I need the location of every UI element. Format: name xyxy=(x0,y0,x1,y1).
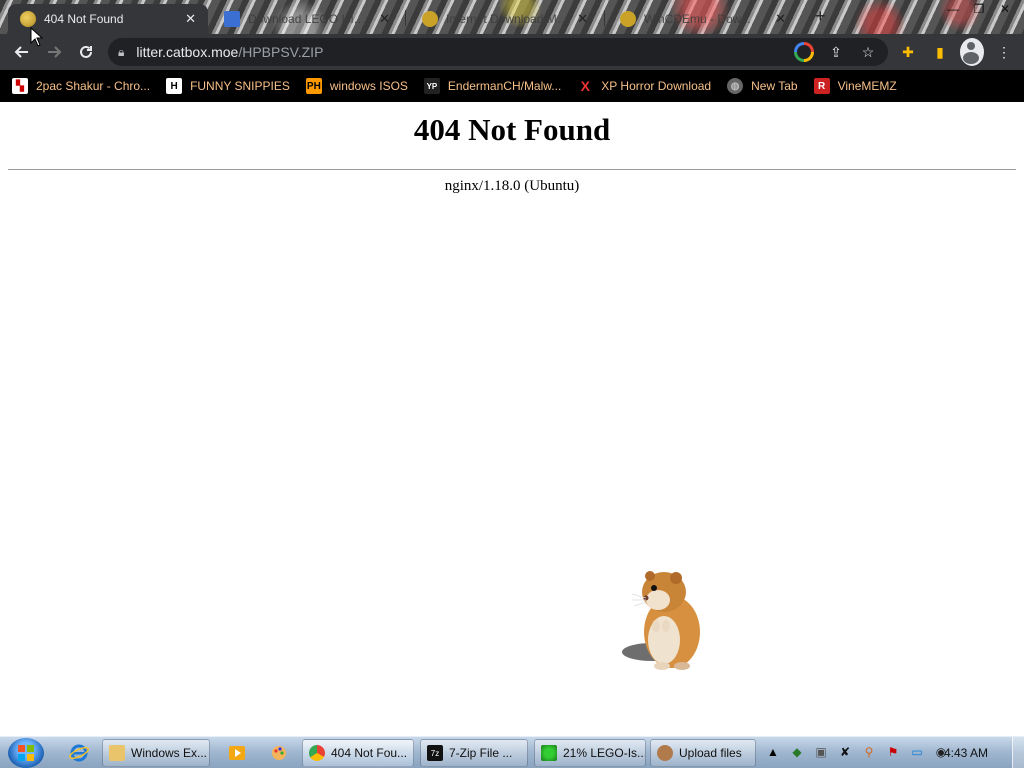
bookmark-2pac[interactable]: ▚ 2pac Shakur - Chro... xyxy=(12,78,150,94)
bookmark-vinememz[interactable]: R VineMEMZ xyxy=(813,78,897,94)
yp-icon: YP xyxy=(423,78,440,94)
tray-network-icon[interactable]: ◆ xyxy=(788,743,806,761)
tray-search-icon[interactable]: ⚲ xyxy=(860,743,878,761)
tab-strip: 404 Not Found ✕ Download LEGO Island ...… xyxy=(0,0,1024,34)
bookmark-xp-horror[interactable]: X XP Horror Download xyxy=(577,78,712,94)
hamster-image xyxy=(622,571,700,670)
bookmark-label: XP Horror Download xyxy=(601,79,712,93)
ph-icon: PH xyxy=(305,78,322,94)
tray-flag-icon[interactable]: ⚑ xyxy=(884,743,902,761)
url-host: litter.catbox.moe xyxy=(136,44,239,60)
bookmark-label: VineMEMZ xyxy=(837,79,897,93)
bookmark-star-icon[interactable]: ☆ xyxy=(858,42,878,62)
tab-download-lego-island[interactable]: Download LEGO Island ... ✕ xyxy=(212,4,402,34)
minimize-icon[interactable]: — xyxy=(940,0,966,18)
lock-icon[interactable]: 🔒︎ xyxy=(118,45,124,60)
tab-title: Internet Download Man... xyxy=(446,12,570,26)
bookmark-windows-isos[interactable]: PH windows ISOS xyxy=(305,78,408,94)
paint-icon[interactable] xyxy=(266,741,292,765)
tab-favicon-icon xyxy=(20,11,36,27)
window-controls: — ❐ ✕ xyxy=(940,0,1018,18)
forward-arrow-icon xyxy=(48,46,62,58)
tab-separator xyxy=(604,10,605,26)
url-path: /HPBPSV.ZIP xyxy=(238,44,324,60)
start-button[interactable] xyxy=(8,738,44,768)
divider xyxy=(8,169,1016,170)
show-desktop-button[interactable] xyxy=(1012,737,1024,768)
bookmark-funny-snippies[interactable]: H FUNNY SNIPPIES xyxy=(166,78,290,94)
side-panel-icon[interactable]: ▮ xyxy=(928,38,952,66)
r-icon: R xyxy=(813,78,830,94)
bookmark-label: FUNNY SNIPPIES xyxy=(190,79,290,93)
page-heading: 404 Not Found xyxy=(413,112,611,147)
tray-monitor-icon[interactable]: ▭ xyxy=(908,743,926,761)
taskbar-clock[interactable]: 4:43 AM xyxy=(944,746,988,760)
tab-favicon-icon xyxy=(422,11,438,27)
taskbar-button-label: Upload files xyxy=(679,746,742,760)
tab-internet-download-manager[interactable]: Internet Download Man... ✕ xyxy=(410,4,600,34)
tray-arrow-icon[interactable]: ▲ xyxy=(764,743,782,761)
chrome-icon xyxy=(309,745,325,761)
mouse-cursor-icon xyxy=(30,27,44,47)
taskbar-button-label: 7-Zip File ... xyxy=(449,746,513,760)
bookmark-label: 2pac Shakur - Chro... xyxy=(36,79,151,93)
taskbar-button-label: 21% LEGO-Is... xyxy=(563,746,646,760)
menu-kebab-icon[interactable]: ⋮ xyxy=(992,38,1016,66)
close-window-icon[interactable]: ✕ xyxy=(992,0,1018,18)
tab-favicon-icon xyxy=(620,11,636,27)
tab-favicon-icon xyxy=(224,11,240,27)
download-icon xyxy=(541,745,557,761)
tab-close-icon[interactable]: ✕ xyxy=(775,11,786,27)
extensions-puzzle-icon[interactable]: ✚ xyxy=(896,38,920,66)
taskbar-button-download[interactable]: 21% LEGO-Is... xyxy=(534,739,646,767)
tab-wincdemu[interactable]: WinCDEmu - Dow... ✕ xyxy=(608,4,798,34)
page-content: 404 Not Found nginx/1.18.0 (Ubuntu) xyxy=(0,102,1024,736)
tab-title: Download LEGO Island ... xyxy=(248,12,372,26)
7zip-icon: 7z xyxy=(427,745,443,761)
share-icon[interactable]: ⇪ xyxy=(826,42,846,62)
taskbar-button-label: 404 Not Fou... xyxy=(331,746,408,760)
windows-logo-icon xyxy=(18,745,34,761)
tab-close-icon[interactable]: ✕ xyxy=(185,11,196,27)
back-arrow-icon xyxy=(14,46,28,58)
restore-icon[interactable]: ❐ xyxy=(966,0,992,18)
bookmark-label: windows ISOS xyxy=(329,79,408,93)
reload-button[interactable] xyxy=(70,36,102,68)
reload-icon xyxy=(80,45,92,58)
h-letter-icon: H xyxy=(166,78,183,94)
bookmark-label: New Tab xyxy=(751,79,798,93)
media-player-icon[interactable] xyxy=(224,741,250,765)
profile-avatar[interactable] xyxy=(960,38,984,66)
bookmark-label: EndermanCH/Malw... xyxy=(447,79,562,93)
google-lens-icon[interactable] xyxy=(794,42,814,62)
taskbar: Windows Ex... 404 Not Fou... 7z 7-Zip Fi… xyxy=(0,736,1024,768)
cat-icon xyxy=(657,745,673,761)
tab-title: 404 Not Found xyxy=(44,12,124,26)
new-tab-icon[interactable]: + xyxy=(815,6,826,27)
bookmark-icon: ▚ xyxy=(12,78,28,94)
taskbar-button-7zip[interactable]: 7z 7-Zip File ... xyxy=(420,739,528,767)
taskbar-button-label: Windows Ex... xyxy=(131,746,208,760)
address-bar[interactable]: 🔒︎ litter.catbox.moe/HPBPSV.ZIP ⇪ ☆ xyxy=(108,38,888,66)
tab-close-icon[interactable]: ✕ xyxy=(379,11,390,27)
tab-title: WinCDEmu - Dow... xyxy=(644,12,751,26)
x-icon: X xyxy=(580,78,590,94)
folder-icon xyxy=(109,745,125,761)
bookmarks-bar: ▚ 2pac Shakur - Chro... H FUNNY SNIPPIES… xyxy=(0,70,1024,102)
bookmark-endermanch[interactable]: YP EndermanCH/Malw... xyxy=(423,78,562,94)
server-signature: nginx/1.18.0 (Ubuntu) xyxy=(444,178,580,194)
globe-icon: ◍ xyxy=(727,78,744,94)
tray-checkmark-icon[interactable]: ✘ xyxy=(836,743,854,761)
tray-app-icon[interactable]: ▣ xyxy=(812,743,830,761)
bookmark-new-tab[interactable]: ◍ New Tab xyxy=(727,78,798,94)
system-tray: ▲ ◆ ▣ ✘ ⚲ ⚑ ▭ ◉ xyxy=(764,743,950,761)
internet-explorer-icon[interactable] xyxy=(66,741,92,765)
taskbar-button-windows-explorer[interactable]: Windows Ex... xyxy=(102,739,210,767)
browser-toolbar: 🔒︎ litter.catbox.moe/HPBPSV.ZIP ⇪ ☆ ✚ ▮ … xyxy=(0,34,1024,70)
taskbar-button-chrome[interactable]: 404 Not Fou... xyxy=(302,739,414,767)
taskbar-button-upload-files[interactable]: Upload files xyxy=(650,739,756,767)
tab-close-icon[interactable]: ✕ xyxy=(577,11,588,27)
tab-separator xyxy=(405,10,406,26)
